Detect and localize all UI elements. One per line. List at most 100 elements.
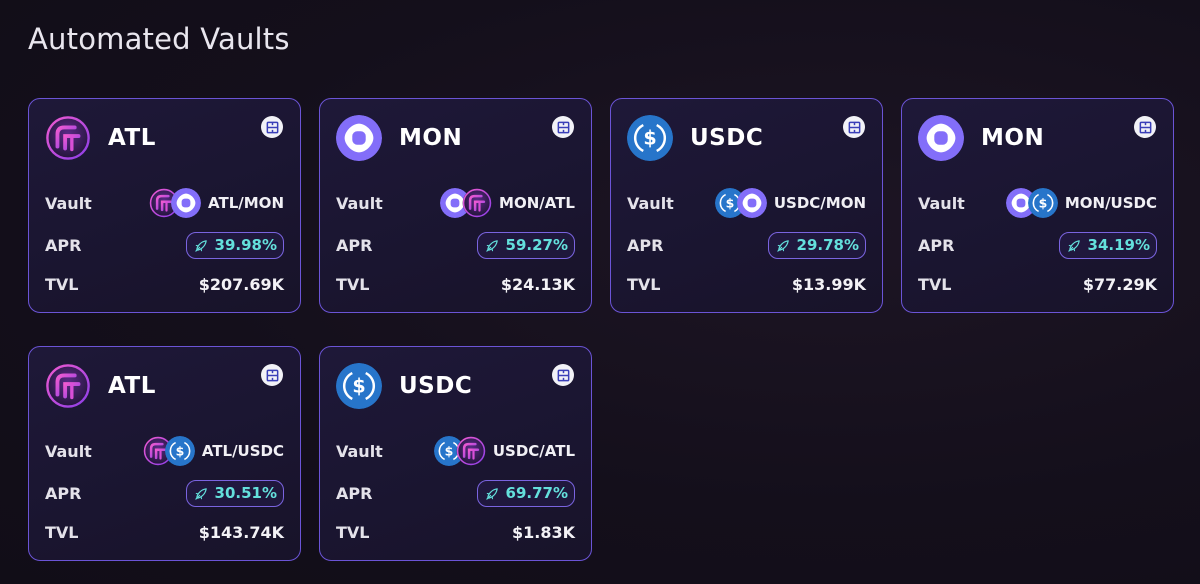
vault-pair: USDC/MON — [715, 188, 866, 218]
vault-pair: ATL/USDC — [143, 436, 284, 466]
tvl-value: $207.69K — [198, 274, 284, 294]
vault-label: Vault — [918, 193, 965, 213]
atl-icon — [45, 363, 91, 409]
atl-icon — [45, 115, 91, 161]
vault-card-mon-usdc[interactable]: MON Vault MON/USDC APR 34.19% TVL $77.29… — [901, 98, 1174, 313]
card-header: USDC — [627, 115, 763, 161]
apr-value: 39.98% — [214, 236, 277, 254]
vault-type-icon[interactable] — [843, 116, 865, 138]
vault-label: Vault — [45, 441, 92, 461]
tvl-value: $13.99K — [791, 274, 866, 294]
pair-icons — [1006, 188, 1058, 218]
atl-icon — [462, 188, 492, 218]
tvl-label: TVL — [918, 274, 952, 294]
apr-label: APR — [336, 483, 373, 503]
vault-type-icon[interactable] — [1134, 116, 1156, 138]
rocket-icon — [485, 486, 500, 501]
pair-label: USDC/ATL — [492, 442, 575, 460]
apr-value: 29.78% — [796, 236, 859, 254]
vault-pair: MON/ATL — [440, 188, 575, 218]
usdc-icon — [627, 115, 673, 161]
tvl-label: TVL — [45, 522, 79, 542]
apr-value: 30.51% — [214, 484, 277, 502]
vault-pair: USDC/ATL — [434, 436, 575, 466]
pair-icons — [143, 436, 195, 466]
tvl-label: TVL — [45, 274, 79, 294]
tvl-row: TVL $77.29K — [918, 272, 1157, 296]
apr-value: 59.27% — [505, 236, 568, 254]
mon-icon — [171, 188, 201, 218]
card-header: ATL — [45, 115, 156, 161]
tvl-row: TVL $13.99K — [627, 272, 866, 296]
apr-row: APR 69.77% — [336, 479, 575, 507]
vault-card-atl-usdc[interactable]: ATL Vault ATL/USDC APR 30.51% TVL $143.7… — [28, 346, 301, 561]
vault-type-icon[interactable] — [261, 116, 283, 138]
vault-label: Vault — [627, 193, 674, 213]
vault-type-icon[interactable] — [552, 116, 574, 138]
apr-value: 69.77% — [505, 484, 568, 502]
vault-label: Vault — [336, 441, 383, 461]
apr-row: APR 30.51% — [45, 479, 284, 507]
pair-icons — [149, 188, 201, 218]
pair-icons — [440, 188, 492, 218]
tvl-row: TVL $207.69K — [45, 272, 284, 296]
rocket-icon — [194, 238, 209, 253]
rocket-icon — [1067, 238, 1082, 253]
tvl-row: TVL $24.13K — [336, 272, 575, 296]
vault-card-usdc-atl[interactable]: USDC Vault USDC/ATL APR 69.77% TVL $1.83… — [319, 346, 592, 561]
card-header: ATL — [45, 363, 156, 409]
apr-row: APR 39.98% — [45, 231, 284, 259]
usdc-icon — [165, 436, 195, 466]
page-title: Automated Vaults — [28, 22, 290, 56]
vault-card-usdc-mon[interactable]: USDC Vault USDC/MON APR 29.78% TVL $13.9… — [610, 98, 883, 313]
apr-row: APR 34.19% — [918, 231, 1157, 259]
token-name: MON — [981, 125, 1045, 151]
apr-label: APR — [918, 235, 955, 255]
usdc-icon — [1028, 188, 1058, 218]
pair-icons — [715, 188, 767, 218]
token-name: MON — [399, 125, 463, 151]
vault-row: Vault MON/USDC — [918, 187, 1157, 219]
apr-label: APR — [45, 483, 82, 503]
vault-pair: MON/USDC — [1006, 188, 1157, 218]
tvl-value: $77.29K — [1082, 274, 1157, 294]
apr-badge: 29.78% — [767, 231, 866, 259]
tvl-label: TVL — [627, 274, 661, 294]
token-name: ATL — [108, 125, 156, 151]
mon-icon — [336, 115, 382, 161]
vault-type-icon[interactable] — [261, 364, 283, 386]
usdc-icon — [336, 363, 382, 409]
tvl-row: TVL $143.74K — [45, 520, 284, 544]
token-name: USDC — [690, 125, 764, 151]
vault-row: Vault ATL/MON — [45, 187, 284, 219]
vault-label: Vault — [336, 193, 383, 213]
vault-row: Vault ATL/USDC — [45, 435, 284, 467]
mon-icon — [918, 115, 964, 161]
rocket-icon — [194, 486, 209, 501]
rocket-icon — [485, 238, 500, 253]
vault-row: Vault USDC/ATL — [336, 435, 575, 467]
token-name: ATL — [108, 373, 156, 399]
tvl-value: $1.83K — [511, 522, 575, 542]
apr-badge: 59.27% — [476, 231, 575, 259]
vault-pair: ATL/MON — [149, 188, 284, 218]
rocket-icon — [776, 238, 791, 253]
vault-type-icon[interactable] — [552, 364, 574, 386]
apr-row: APR 29.78% — [627, 231, 866, 259]
tvl-value: $24.13K — [500, 274, 575, 294]
tvl-value: $143.74K — [198, 522, 284, 542]
card-header: MON — [918, 115, 1044, 161]
token-name: USDC — [399, 373, 473, 399]
vault-card-mon-atl[interactable]: MON Vault MON/ATL APR 59.27% TVL $24.13K — [319, 98, 592, 313]
apr-badge: 69.77% — [476, 479, 575, 507]
pair-label: ATL/USDC — [201, 442, 284, 460]
mon-icon — [737, 188, 767, 218]
apr-value: 34.19% — [1087, 236, 1150, 254]
pair-icons — [434, 436, 486, 466]
vault-card-atl-mon[interactable]: ATL Vault ATL/MON APR 39.98% TVL $207.69… — [28, 98, 301, 313]
apr-badge: 39.98% — [185, 231, 284, 259]
pair-label: USDC/MON — [773, 194, 866, 212]
vault-grid: ATL Vault ATL/MON APR 39.98% TVL $207.69… — [28, 98, 1174, 561]
vault-row: Vault USDC/MON — [627, 187, 866, 219]
apr-row: APR 59.27% — [336, 231, 575, 259]
